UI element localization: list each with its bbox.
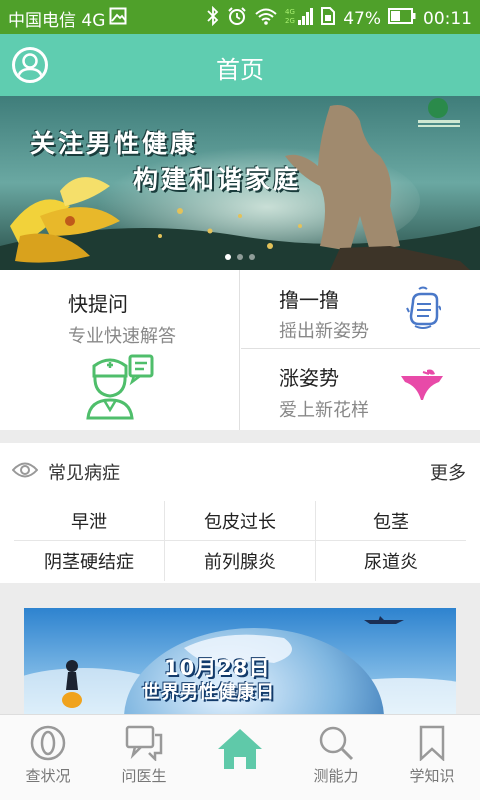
status-bar: 中国电信 4G 4G 2G 47% 00:11 — [0, 0, 480, 34]
section-header: 常见病症 更多 — [0, 443, 480, 497]
disease-row: 阴茎硬结症 前列腺炎 尿道炎 — [14, 541, 466, 581]
disease-grid: 早泄 包皮过长 包茎 阴茎硬结症 前列腺炎 尿道炎 — [14, 501, 466, 581]
carrier-label: 中国电信 4G — [8, 11, 106, 31]
disease-item[interactable]: 早泄 — [14, 501, 164, 540]
status-left: 中国电信 4G — [8, 6, 127, 31]
signal-icon: 4G 2G — [285, 6, 314, 31]
chat-icon — [125, 725, 163, 761]
battery-percent: 47% — [343, 8, 381, 29]
promo-banner[interactable]: 10月28日 世界男性健康日 — [24, 608, 456, 714]
feature-grid: 快提问 专业快速解答 撸一撸 摇出新姿势 涨姿势 爱上新花样 — [0, 270, 480, 430]
section-title: 常见病症 — [48, 463, 120, 484]
disease-item[interactable]: 前列腺炎 — [164, 541, 315, 581]
svg-text:4G: 4G — [285, 8, 295, 16]
shake-hand-icon — [406, 286, 441, 329]
nav-label: 查状况 — [25, 767, 71, 785]
disease-item[interactable]: 尿道炎 — [315, 541, 466, 581]
banner-headline: 关注男性健康 — [30, 129, 199, 158]
nav-learn[interactable]: 学知识 — [384, 715, 480, 800]
carousel-dot[interactable] — [237, 254, 243, 260]
carousel-dot[interactable] — [249, 254, 255, 260]
positions-subtitle: 爱上新花样 — [279, 400, 369, 421]
banner-subheadline: 构建和谐家庭 — [133, 165, 302, 194]
positions-title: 涨姿势 — [279, 366, 339, 390]
nav-check-status[interactable]: 查状况 — [0, 715, 96, 800]
nav-label: 学知识 — [409, 767, 455, 785]
banner-carousel[interactable]: 关注男性健康 构建和谐家庭 — [0, 96, 480, 270]
bookmark-icon — [419, 725, 445, 761]
disease-item[interactable]: 包茎 — [315, 501, 466, 540]
bottom-nav: 查状况 问医生 测能力 学知识 — [0, 714, 480, 800]
underwear-icon — [401, 369, 443, 400]
nav-home[interactable] — [192, 715, 288, 800]
disease-item[interactable]: 阴茎硬结症 — [14, 541, 164, 581]
status-icon — [30, 725, 66, 761]
disease-item[interactable]: 包皮过长 — [164, 501, 315, 540]
alarm-icon — [227, 6, 247, 31]
image-notification-icon — [109, 7, 127, 30]
nav-label: 测能力 — [313, 767, 359, 785]
family-planning-logo-icon — [428, 98, 448, 118]
page-title: 首页 — [216, 56, 264, 84]
positions-card[interactable]: 涨姿势 爱上新花样 — [241, 350, 480, 430]
eye-icon — [12, 462, 38, 478]
battery-icon — [388, 8, 416, 29]
home-icon — [218, 729, 262, 769]
wifi-icon — [254, 7, 278, 30]
quick-ask-card[interactable]: 快提问 专业快速解答 — [0, 270, 240, 430]
app-screen: 中国电信 4G 4G 2G 47% 00:11 首页 关注男性健康 构建和谐家庭… — [0, 0, 480, 800]
clock: 00:11 — [423, 8, 472, 29]
shake-subtitle: 摇出新姿势 — [279, 321, 369, 342]
disease-row: 早泄 包皮过长 包茎 — [14, 501, 466, 541]
nav-ask-doctor[interactable]: 问医生 — [96, 715, 192, 800]
bluetooth-icon — [206, 5, 220, 31]
carousel-indicator — [0, 254, 480, 260]
shake-card[interactable]: 撸一撸 摇出新姿势 — [241, 270, 480, 349]
quick-ask-title: 快提问 — [68, 292, 128, 316]
nav-test-ability[interactable]: 测能力 — [288, 715, 384, 800]
status-right: 4G 2G 47% 00:11 — [206, 5, 472, 31]
doctor-nurse-icon — [86, 354, 154, 420]
quick-ask-subtitle: 专业快速解答 — [68, 326, 176, 347]
more-link[interactable]: 更多 — [430, 459, 466, 485]
search-icon — [319, 726, 354, 761]
common-diseases-section: 常见病症 更多 早泄 包皮过长 包茎 阴茎硬结症 前列腺炎 尿道炎 — [0, 443, 480, 583]
promo-title: 世界男性健康日 — [142, 682, 275, 703]
nav-label: 问医生 — [121, 767, 167, 785]
svg-text:2G: 2G — [285, 17, 295, 25]
header-bar: 首页 — [0, 34, 480, 96]
shake-title: 撸一撸 — [279, 288, 339, 312]
sim-icon — [320, 6, 336, 31]
carousel-dot[interactable] — [225, 254, 231, 260]
